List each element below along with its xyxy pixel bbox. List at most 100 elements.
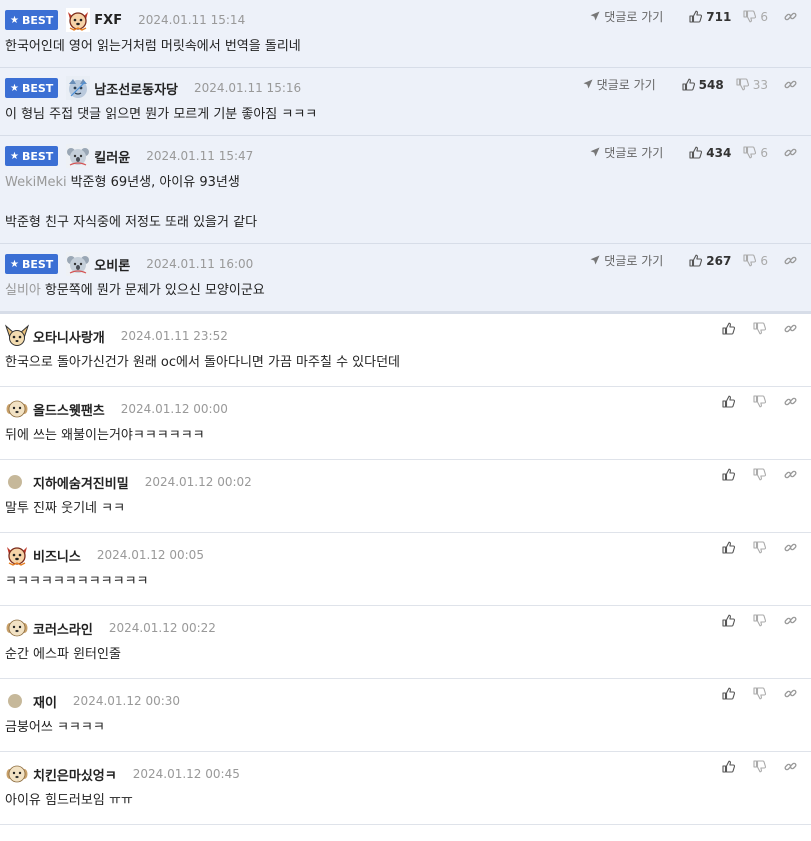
comment: 재이 2024.01.12 00:30 금붕어쓰 ㅋㅋㅋㅋ <box>0 679 811 752</box>
upvote-button[interactable] <box>722 468 735 481</box>
author-name[interactable]: 치킨은마싰엉ㅋ <box>33 765 117 784</box>
thumbs-down-icon <box>743 254 757 267</box>
star-icon: ★ <box>10 14 19 26</box>
avatar[interactable] <box>66 8 91 32</box>
copy-link-button[interactable] <box>784 395 797 408</box>
copy-link-button[interactable] <box>784 614 797 627</box>
navigation-arrow-icon <box>590 254 604 268</box>
comment-line-text: 박준형 친구 자식중에 저정도 또래 있을거 같다 <box>5 215 258 230</box>
author-name[interactable]: 코러스라인 <box>33 619 93 638</box>
author-name[interactable]: 비즈니스 <box>33 546 81 565</box>
author-name[interactable]: 올드스웻팬츠 <box>33 400 105 419</box>
copy-link-button[interactable] <box>784 10 797 23</box>
link-icon <box>784 687 797 700</box>
best-comment: ★ BEST FXF 2024.01.11 15:14 한국어인데 영어 읽는거처럼 머… <box>0 0 811 68</box>
best-comment: ★ BEST 킬러윤 2024.01.11 15:47 WekiMeki 박준형 69년생… <box>0 136 811 244</box>
comment: 오타니사랑개 2024.01.11 23:52 한국으로 돌아가신건가 원래 oc에… <box>0 314 811 387</box>
author-name[interactable]: 재이 <box>33 692 57 711</box>
upvote-button[interactable]: 548 <box>682 78 724 92</box>
avatar[interactable] <box>66 252 91 276</box>
author-name[interactable]: 남조선로동자당 <box>94 79 178 98</box>
author-name[interactable]: 오비론 <box>94 255 130 274</box>
downvote-button[interactable] <box>753 614 766 627</box>
downvote-button[interactable]: 6 <box>743 10 768 24</box>
best-label: BEST <box>21 81 54 95</box>
upvote-button[interactable]: 434 <box>689 146 731 160</box>
quote-tag[interactable]: WekiMeki <box>5 175 67 190</box>
downvote-button[interactable]: 33 <box>736 78 768 92</box>
comment-line-text: 항문쪽에 뭔가 문제가 있으신 모양이군요 <box>44 283 265 298</box>
go-to-reply-link[interactable]: 댓글로 가기 <box>590 252 663 269</box>
copy-link-button[interactable] <box>784 78 797 91</box>
downvote-button[interactable] <box>753 395 766 408</box>
comment-actions: 댓글로 가기 711 6 <box>590 8 797 25</box>
timestamp: 2024.01.11 15:14 <box>138 13 246 27</box>
timestamp: 2024.01.11 23:52 <box>120 329 228 343</box>
copy-link-button[interactable] <box>784 687 797 700</box>
avatar[interactable] <box>5 691 25 711</box>
upvote-button[interactable]: 267 <box>689 254 731 268</box>
timestamp: 2024.01.12 00:05 <box>96 548 204 562</box>
downvote-button[interactable] <box>753 468 766 481</box>
upvote-button[interactable] <box>722 760 735 773</box>
thumbs-down-icon <box>753 468 766 481</box>
quote-tag[interactable]: 실비아 <box>5 283 41 298</box>
avatar[interactable] <box>5 616 29 640</box>
copy-link-button[interactable] <box>784 146 797 159</box>
comment: 코러스라인 2024.01.12 00:22 순간 에스파 윈터인줄 <box>0 606 811 679</box>
comment-line-text: 한국어인데 영어 읽는거처럼 머릿속에서 번역을 돌리네 <box>5 39 301 54</box>
downvote-count: 6 <box>760 9 768 24</box>
author-name[interactable]: 지하에숨겨진비밀 <box>33 473 129 492</box>
comment: 지하에숨겨진비밀 2024.01.12 00:02 말투 진짜 웃기네 ㅋㅋ <box>0 460 811 533</box>
upvote-button[interactable] <box>722 395 735 408</box>
copy-link-button[interactable] <box>784 468 797 481</box>
author-name[interactable]: FXF <box>94 13 122 28</box>
downvote-button[interactable] <box>753 322 766 335</box>
copy-link-button[interactable] <box>784 541 797 554</box>
upvote-button[interactable] <box>722 687 735 700</box>
author-name[interactable]: 킬러윤 <box>94 147 130 166</box>
upvote-count: 548 <box>698 77 724 92</box>
link-icon <box>784 322 797 335</box>
downvote-button[interactable] <box>753 760 766 773</box>
avatar[interactable] <box>5 472 25 492</box>
link-icon <box>784 760 797 773</box>
star-icon: ★ <box>10 82 19 94</box>
comment-text: 금붕어쓰 ㅋㅋㅋㅋ <box>5 720 105 735</box>
link-icon <box>784 146 797 159</box>
link-icon <box>784 541 797 554</box>
downvote-button[interactable] <box>753 687 766 700</box>
best-label: BEST <box>21 13 54 27</box>
best-label: BEST <box>21 257 54 271</box>
go-to-reply-link[interactable]: 댓글로 가기 <box>590 144 663 161</box>
navigation-arrow-icon <box>590 146 604 160</box>
timestamp: 2024.01.12 00:02 <box>144 475 252 489</box>
upvote-button[interactable]: 711 <box>689 10 731 24</box>
upvote-button[interactable] <box>722 322 735 335</box>
go-to-reply-link[interactable]: 댓글로 가기 <box>590 8 663 25</box>
best-badge: ★ BEST <box>5 254 59 274</box>
thumbs-down-icon <box>736 78 749 91</box>
avatar[interactable] <box>5 397 29 421</box>
downvote-button[interactable]: 6 <box>743 146 768 160</box>
reply-label: 댓글로 가기 <box>604 146 664 160</box>
avatar[interactable] <box>66 76 91 100</box>
link-icon <box>784 614 797 627</box>
upvote-button[interactable] <box>722 541 735 554</box>
avatar[interactable] <box>5 762 29 786</box>
author-name[interactable]: 오타니사랑개 <box>33 327 105 346</box>
copy-link-button[interactable] <box>784 760 797 773</box>
downvote-button[interactable] <box>753 541 766 554</box>
avatar[interactable] <box>66 144 91 168</box>
comment-header: 비즈니스 2024.01.12 00:05 <box>5 543 805 567</box>
avatar[interactable] <box>5 324 29 348</box>
comment-actions <box>704 468 797 481</box>
copy-link-button[interactable] <box>784 254 797 267</box>
copy-link-button[interactable] <box>784 322 797 335</box>
downvote-button[interactable]: 6 <box>743 254 768 268</box>
thumbs-up-icon <box>682 78 695 91</box>
upvote-button[interactable] <box>722 614 735 627</box>
timestamp: 2024.01.12 00:22 <box>108 621 216 635</box>
avatar[interactable] <box>5 543 29 567</box>
go-to-reply-link[interactable]: 댓글로 가기 <box>583 76 656 93</box>
